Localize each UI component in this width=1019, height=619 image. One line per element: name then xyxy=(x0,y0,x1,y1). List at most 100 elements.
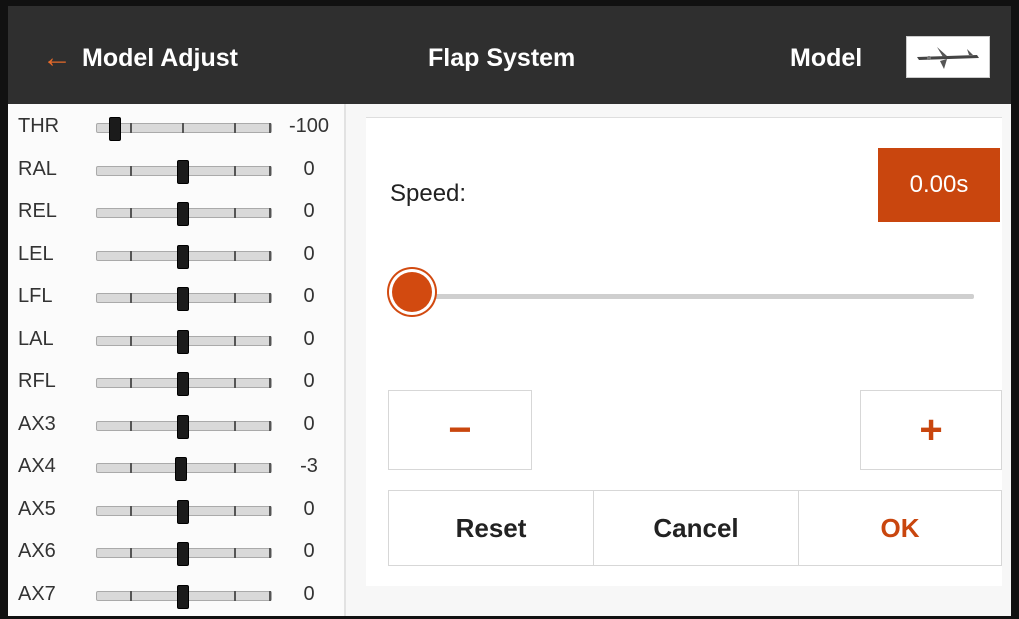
bar-tick xyxy=(129,165,132,176)
bar-tick xyxy=(182,123,184,133)
channel-row: THR -100 xyxy=(8,104,344,146)
channel-monitor: THR -100 RAL 0 REL 0 LEL 0 LFL 0 LAL 0 RFL 0 AX3 0 AX4 -3… xyxy=(8,104,346,616)
back-button[interactable]: ← Model Adjust xyxy=(42,40,238,76)
channel-row: REL 0 xyxy=(8,189,344,231)
bar-tick xyxy=(234,590,237,601)
channel-row: RFL 0 xyxy=(8,359,344,401)
channel-bar xyxy=(96,287,272,311)
channel-indicator xyxy=(177,414,189,439)
bar-tick xyxy=(234,335,237,346)
channel-value: 0 xyxy=(303,497,315,520)
channel-name: AX6 xyxy=(18,540,56,562)
channel-name: AX3 xyxy=(18,412,56,435)
bar-tick xyxy=(129,335,132,346)
bar-tick xyxy=(234,293,237,303)
speed-value-field[interactable]: 0.00s xyxy=(878,148,1000,222)
bar-tick xyxy=(269,123,271,133)
channel-indicator xyxy=(177,499,189,524)
decrement-button[interactable]: − xyxy=(388,390,532,470)
channel-value: 0 xyxy=(303,200,315,222)
channel-indicator xyxy=(109,117,121,141)
channel-indicator xyxy=(177,372,189,396)
channel-indicator xyxy=(177,202,189,226)
bar-tick xyxy=(129,463,132,473)
back-label: Model Adjust xyxy=(82,43,239,72)
bar-tick xyxy=(269,420,271,431)
top-bar: ← Model Adjust Flap System Model xyxy=(8,6,1011,104)
increment-button[interactable]: + xyxy=(860,390,1002,470)
ok-button[interactable]: OK xyxy=(798,490,1002,566)
channel-value: 0 xyxy=(303,370,315,392)
channel-row: LFL 0 xyxy=(8,274,344,316)
arrow-left-icon: ← xyxy=(42,41,72,74)
bar-tick xyxy=(269,548,271,558)
airplane-icon xyxy=(917,47,979,69)
bar-tick xyxy=(269,463,271,473)
channel-indicator xyxy=(177,287,189,311)
channel-row: RAL 0 xyxy=(8,147,344,189)
bar-tick xyxy=(234,250,237,261)
bar-tick xyxy=(129,208,132,218)
channel-name: AX4 xyxy=(18,455,56,477)
channel-row: AX5 0 xyxy=(8,487,344,529)
screen: ← Model Adjust Flap System Model THR -100… xyxy=(8,6,1011,616)
bar-tick xyxy=(269,165,271,176)
channel-row: AX7 0 xyxy=(8,572,344,614)
bar-tick xyxy=(129,590,132,601)
speed-panel: Speed: 0.00s − + Reset Cancel OK xyxy=(366,118,1002,586)
channel-indicator xyxy=(177,244,189,269)
channel-name: REL xyxy=(18,200,57,222)
bar-tick xyxy=(269,378,271,388)
speed-slider-track[interactable] xyxy=(408,294,974,299)
channel-name: LEL xyxy=(18,242,54,265)
channel-indicator xyxy=(174,457,187,481)
bar-tick xyxy=(129,505,132,516)
bar-tick xyxy=(269,250,271,261)
channel-bar xyxy=(96,159,272,184)
bar-tick xyxy=(269,505,271,516)
bar-tick xyxy=(129,420,132,431)
channel-bar xyxy=(96,329,272,354)
bar-tick xyxy=(234,505,237,516)
bar-tick xyxy=(129,378,132,388)
bar-tick xyxy=(234,208,237,218)
speed-slider-knob[interactable] xyxy=(392,272,432,312)
channel-row: LEL 0 xyxy=(8,232,344,274)
channel-bar xyxy=(96,542,272,566)
bar-tick xyxy=(234,165,237,176)
channel-value: 0 xyxy=(303,242,315,265)
bar-tick xyxy=(129,548,132,558)
page-title: Flap System xyxy=(428,44,576,72)
channel-name: LFL xyxy=(18,285,53,307)
channel-value: 0 xyxy=(303,540,315,562)
bar-tick xyxy=(269,590,271,601)
bar-tick xyxy=(129,123,132,133)
bar-tick xyxy=(234,420,237,431)
cancel-button[interactable]: Cancel xyxy=(593,490,799,566)
channel-value: 0 xyxy=(303,582,315,605)
bar-tick xyxy=(129,250,132,261)
channel-indicator xyxy=(177,584,189,609)
speed-label: Speed: xyxy=(390,180,467,207)
channel-bar xyxy=(96,372,272,396)
bar-tick xyxy=(269,208,271,218)
channel-bar xyxy=(96,584,272,609)
bar-tick xyxy=(234,463,237,473)
channel-indicator xyxy=(177,329,189,354)
channel-row: AX6 0 xyxy=(8,529,344,571)
channel-name: RAL xyxy=(18,157,57,180)
bar-tick xyxy=(269,335,271,346)
bar-tick xyxy=(129,293,132,303)
channel-row: LAL 0 xyxy=(8,317,344,359)
bar-tick xyxy=(234,548,237,558)
model-thumbnail[interactable] xyxy=(906,36,990,78)
reset-button[interactable]: Reset xyxy=(388,490,594,566)
channel-name: RFL xyxy=(18,370,56,392)
channel-name: THR xyxy=(18,115,60,137)
channel-name: AX5 xyxy=(18,497,56,520)
channel-bar xyxy=(96,117,272,141)
model-label[interactable]: Model xyxy=(790,44,862,73)
channel-row: AX4 -3 xyxy=(8,444,344,486)
channel-value: 0 xyxy=(303,412,315,435)
channel-row: AX3 0 xyxy=(8,402,344,444)
